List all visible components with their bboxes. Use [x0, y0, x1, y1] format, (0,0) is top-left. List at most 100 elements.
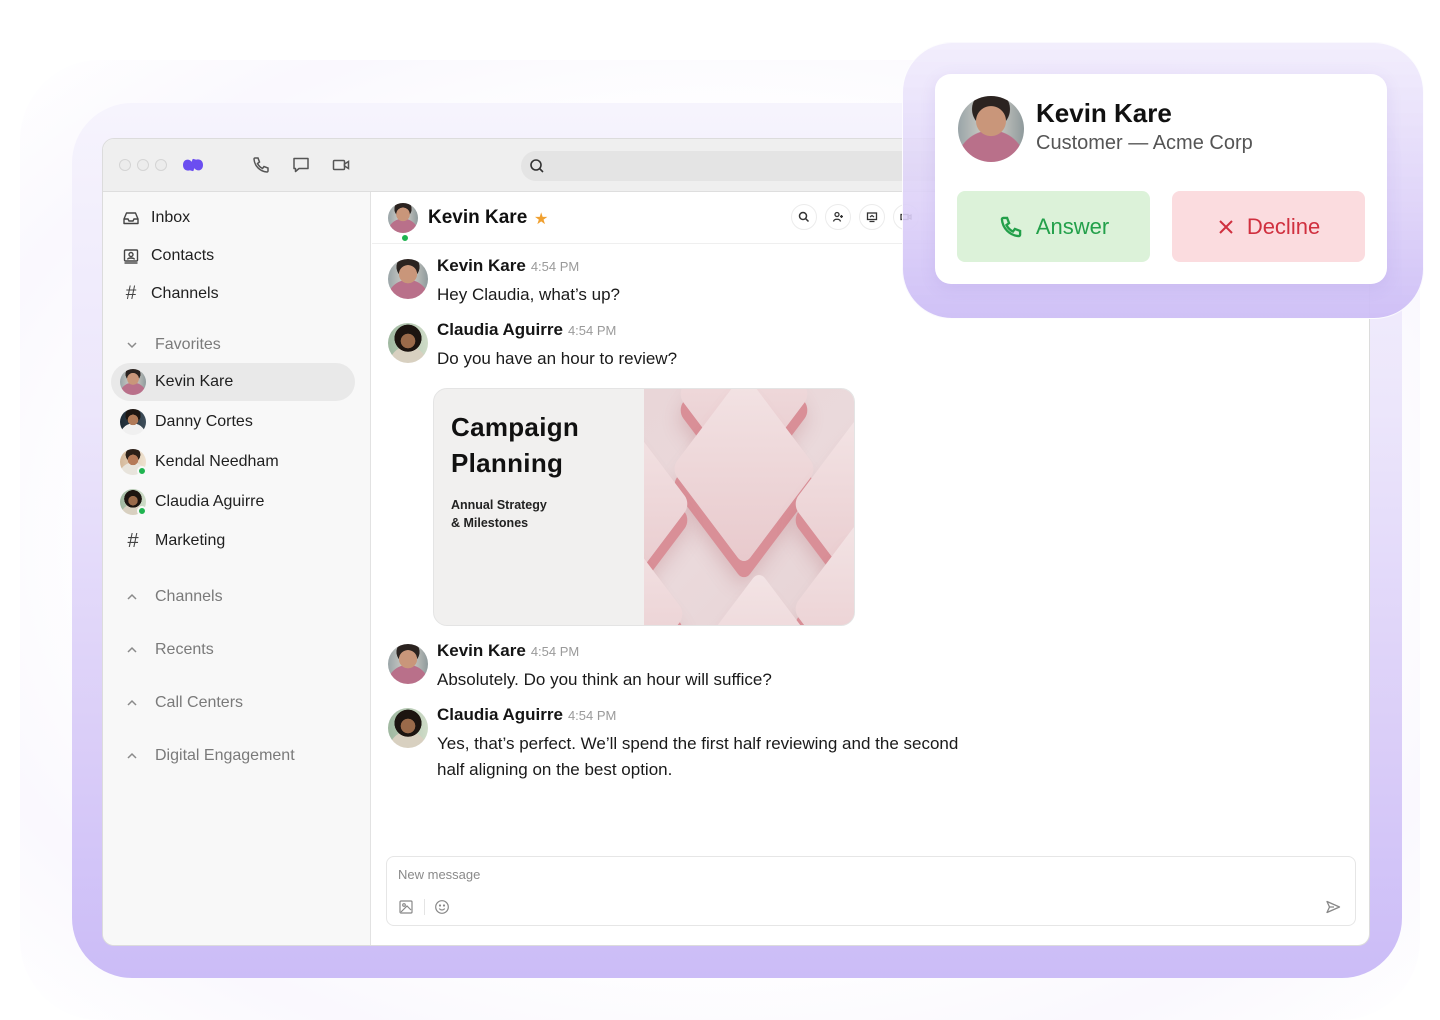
sidebar-item-inbox[interactable]: Inbox — [103, 200, 371, 236]
section-label: Digital Engagement — [155, 747, 295, 764]
caller-subtitle: Customer — Acme Corp — [1036, 132, 1253, 154]
hash-icon: # — [125, 283, 137, 304]
favorite-label: Kendal Needham — [155, 453, 279, 470]
attachment-subtitle-line: & Milestones — [451, 516, 529, 530]
section-label: Recents — [155, 641, 214, 658]
message-text: Do you have an hour to review? — [437, 349, 678, 368]
message-author[interactable]: Kevin Kare — [437, 256, 526, 275]
star-icon[interactable]: ★ — [534, 209, 548, 229]
image-attach-icon[interactable] — [398, 899, 414, 915]
message-text: Yes, that’s perfect. We’ll spend the fir… — [437, 731, 958, 783]
section-label: Call Centers — [155, 694, 244, 711]
message-header: Kevin Kare 4:54 PM — [437, 256, 579, 276]
close-window-button[interactable] — [119, 159, 131, 171]
avatar[interactable] — [388, 644, 428, 684]
online-status-dot — [400, 233, 410, 243]
search-conversation-button[interactable] — [791, 204, 817, 230]
minimize-window-button[interactable] — [137, 159, 149, 171]
maximize-window-button[interactable] — [155, 159, 167, 171]
attachment-title: Campaign Planning — [451, 409, 579, 481]
chevron-up-icon — [127, 752, 137, 759]
message-header: Claudia Aguirre 4:54 PM — [437, 705, 616, 725]
message-text: Absolutely. Do you think an hour will su… — [437, 670, 772, 689]
close-icon — [1219, 219, 1233, 234]
message-author[interactable]: Claudia Aguirre — [437, 705, 563, 724]
screen-share-button[interactable] — [859, 204, 885, 230]
file-attachment-preview[interactable]: Campaign Planning Annual Strategy & Mile… — [433, 388, 855, 626]
chat-bubble-icon[interactable] — [291, 155, 311, 175]
favorite-label: Kevin Kare — [155, 373, 234, 390]
inbox-icon — [121, 208, 141, 228]
video-camera-icon[interactable] — [331, 155, 351, 175]
avatar[interactable] — [388, 323, 428, 363]
avatar[interactable] — [388, 203, 418, 233]
search-icon — [530, 159, 544, 173]
phone-icon[interactable] — [251, 155, 271, 175]
contacts-icon — [121, 246, 141, 266]
message-header: Kevin Kare 4:54 PM — [437, 641, 579, 661]
add-person-button[interactable] — [825, 204, 851, 230]
favorite-label: Marketing — [155, 532, 226, 549]
attachment-artwork — [644, 389, 854, 625]
online-status-dot — [137, 506, 147, 516]
section-label: Favorites — [155, 336, 221, 353]
section-digital-engagement[interactable]: Digital Engagement — [103, 738, 371, 774]
section-recents[interactable]: Recents — [103, 632, 371, 668]
message-input-placeholder[interactable]: New message — [398, 867, 480, 882]
caller-name: Kevin Kare — [1036, 98, 1172, 128]
section-label: Channels — [155, 588, 223, 605]
message-author[interactable]: Kevin Kare — [437, 641, 526, 660]
attachment-title-line: Planning — [451, 448, 564, 478]
favorite-claudia-aguirre[interactable]: Claudia Aguirre — [111, 483, 355, 521]
avatar — [120, 409, 146, 435]
answer-call-button[interactable]: Answer — [957, 191, 1150, 262]
message-timestamp: 4:54 PM — [567, 323, 617, 338]
section-favorites[interactable]: Favorites — [103, 327, 371, 363]
sidebar-item-label: Inbox — [151, 209, 191, 226]
message-timestamp: 4:54 PM — [567, 708, 617, 723]
emoji-icon[interactable] — [434, 899, 450, 915]
avatar[interactable] — [388, 259, 428, 299]
caller-avatar — [958, 96, 1024, 162]
online-status-dot — [137, 466, 147, 476]
favorite-marketing[interactable]: # Marketing — [111, 522, 355, 560]
message-composer[interactable]: New message — [386, 856, 1356, 926]
add-person-icon — [832, 211, 843, 222]
section-call-centers[interactable]: Call Centers — [103, 685, 371, 721]
message-text-line: half aligning on the best option. — [437, 760, 673, 779]
send-icon[interactable] — [1325, 899, 1341, 915]
conversation-title: Kevin Kare — [428, 207, 528, 228]
favorite-danny-cortes[interactable]: Danny Cortes — [111, 403, 355, 441]
search-icon — [798, 211, 810, 223]
incoming-call-card: Kevin Kare Customer — Acme Corp Answer D… — [935, 74, 1387, 284]
attachment-subtitle-line: Annual Strategy — [451, 498, 547, 512]
section-channels[interactable]: Channels — [103, 579, 371, 615]
message-timestamp: 4:54 PM — [530, 644, 580, 659]
attachment-subtitle: Annual Strategy & Milestones — [451, 496, 547, 532]
attachment-title-line: Campaign — [451, 412, 580, 442]
screen-share-icon — [866, 212, 878, 223]
message-text: Hey Claudia, what’s up? — [437, 285, 621, 304]
favorite-kendal-needham[interactable]: Kendal Needham — [111, 443, 355, 481]
chevron-up-icon — [127, 699, 137, 706]
app-logo-icon — [183, 158, 203, 172]
chevron-up-icon — [127, 646, 137, 653]
toolbar-divider — [424, 899, 425, 915]
favorite-kevin-kare[interactable]: Kevin Kare — [111, 363, 355, 401]
sidebar-item-channels[interactable]: # Channels — [103, 276, 371, 312]
message-text-line: Yes, that’s perfect. We’ll spend the fir… — [437, 734, 959, 753]
sidebar: Inbox Contacts # Channels Favorites Kevi… — [103, 192, 371, 945]
favorite-label: Danny Cortes — [155, 413, 253, 430]
decline-call-button[interactable]: Decline — [1172, 191, 1365, 262]
message-author[interactable]: Claudia Aguirre — [437, 320, 563, 339]
sidebar-item-label: Channels — [151, 285, 219, 302]
sidebar-item-label: Contacts — [151, 247, 215, 264]
window-controls — [119, 159, 167, 171]
decline-label: Decline — [1246, 213, 1321, 239]
hash-icon: # — [127, 529, 139, 552]
message-header: Claudia Aguirre 4:54 PM — [437, 320, 616, 340]
sidebar-item-contacts[interactable]: Contacts — [103, 238, 371, 274]
chevron-down-icon — [127, 342, 137, 349]
avatar[interactable] — [388, 708, 428, 748]
phone-icon — [1000, 216, 1022, 237]
